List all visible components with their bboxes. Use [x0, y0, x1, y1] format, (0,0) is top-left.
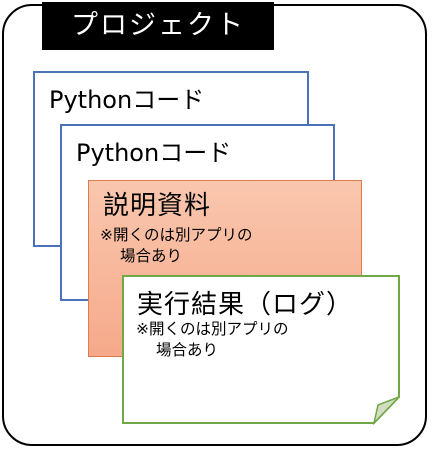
explanation-note-line-2: 場合あり	[120, 247, 183, 265]
result-log-document: 実行結果（ログ） ※開くのは別アプリの 場合あり	[122, 275, 402, 425]
explanation-note-line-1: ※開くのは別アプリの	[100, 226, 253, 244]
project-title: プロジェクト	[42, 2, 274, 50]
result-log-label: 実行結果（ログ）	[137, 290, 354, 320]
python-code-label-2: Pythonコード	[76, 139, 232, 167]
python-code-label-1: Pythonコード	[49, 86, 205, 114]
result-note-line-2: 場合あり	[156, 341, 219, 359]
explanation-label: 説明資料	[103, 191, 212, 221]
explanation-note: ※開くのは別アプリの 場合あり	[100, 225, 253, 267]
result-note-line-1: ※開くのは別アプリの	[136, 320, 289, 338]
result-note: ※開くのは別アプリの 場合あり	[136, 319, 289, 361]
